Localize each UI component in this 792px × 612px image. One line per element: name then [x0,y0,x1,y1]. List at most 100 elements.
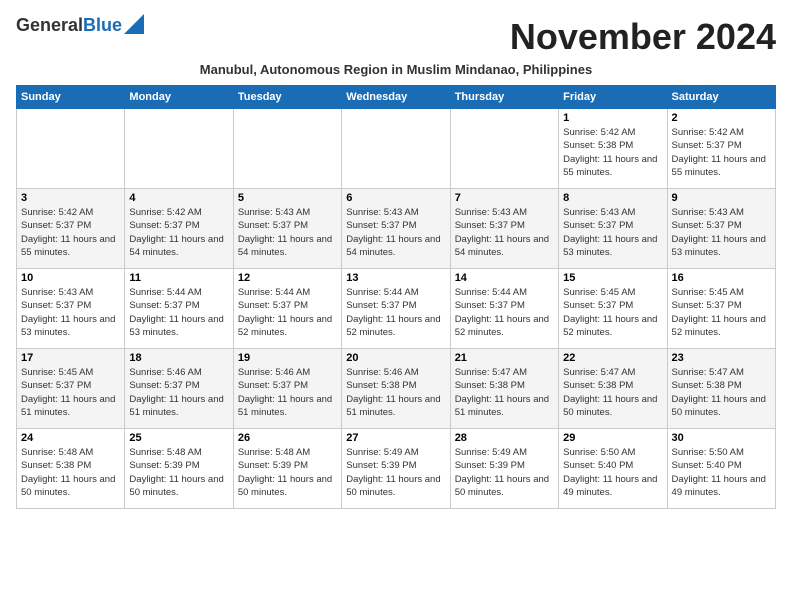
day-of-week-header: Tuesday [233,86,341,109]
calendar-day-cell [450,109,558,189]
calendar-day-cell: 4 Sunrise: 5:42 AMSunset: 5:37 PMDaylight… [125,189,233,269]
day-number: 8 [563,192,662,204]
calendar-day-cell: 29Sunrise: 5:50 AMSunset: 5:40 PMDayligh… [559,429,667,509]
calendar-day-cell: 16 Sunrise: 5:45 AMSunset: 5:37 PMDayligh… [667,269,775,349]
day-number: 23 [672,352,771,364]
calendar-week-row: 10Sunrise: 5:43 AMSunset: 5:37 PMDayligh… [17,269,776,349]
calendar-day-cell: 28 Sunrise: 5:49 AMSunset: 5:39 PMDayligh… [450,429,558,509]
day-info-text: Sunrise: 5:43 AMSunset: 5:37 PMDaylight:… [455,206,554,259]
day-number: 5 [238,192,337,204]
calendar-day-cell [342,109,450,189]
day-number: 16 [672,272,771,284]
calendar-day-cell: 22Sunrise: 5:47 AMSunset: 5:38 PMDayligh… [559,349,667,429]
day-info-text: Sunrise: 5:43 AMSunset: 5:37 PMDaylight:… [21,286,120,339]
day-info-text: Sunrise: 5:43 AMSunset: 5:37 PMDaylight:… [238,206,337,259]
day-number: 24 [21,432,120,444]
day-number: 2 [672,112,771,124]
day-info-text: Sunrise: 5:48 AMSunset: 5:39 PMDaylight:… [238,446,337,499]
day-of-week-header: Monday [125,86,233,109]
calendar-day-cell: 9Sunrise: 5:43 AMSunset: 5:37 PMDaylight… [667,189,775,269]
day-info-text: Sunrise: 5:42 AMSunset: 5:37 PMDaylight:… [129,206,228,259]
calendar-day-cell: 26 Sunrise: 5:48 AMSunset: 5:39 PMDayligh… [233,429,341,509]
calendar-day-cell: 5 Sunrise: 5:43 AMSunset: 5:37 PMDaylight… [233,189,341,269]
day-info-text: Sunrise: 5:43 AMSunset: 5:37 PMDaylight:… [672,206,771,259]
calendar-day-cell [17,109,125,189]
calendar-day-cell: 15Sunrise: 5:45 AMSunset: 5:37 PMDayligh… [559,269,667,349]
calendar-week-row: 3 Sunrise: 5:42 AMSunset: 5:37 PMDaylight… [17,189,776,269]
day-number: 22 [563,352,662,364]
day-number: 13 [346,272,445,284]
calendar-week-row: 24 Sunrise: 5:48 AMSunset: 5:38 PMDayligh… [17,429,776,509]
day-number: 6 [346,192,445,204]
day-number: 17 [21,352,120,364]
calendar-day-cell: 30 Sunrise: 5:50 AMSunset: 5:40 PMDayligh… [667,429,775,509]
day-info-text: Sunrise: 5:44 AMSunset: 5:37 PMDaylight:… [455,286,554,339]
day-number: 18 [129,352,228,364]
day-of-week-header: Thursday [450,86,558,109]
day-info-text: Sunrise: 5:46 AMSunset: 5:37 PMDaylight:… [238,366,337,419]
day-number: 12 [238,272,337,284]
day-number: 25 [129,432,228,444]
day-number: 7 [455,192,554,204]
day-number: 1 [563,112,662,124]
day-info-text: Sunrise: 5:48 AMSunset: 5:39 PMDaylight:… [129,446,228,499]
calendar-day-cell: 24 Sunrise: 5:48 AMSunset: 5:38 PMDayligh… [17,429,125,509]
day-info-text: Sunrise: 5:46 AMSunset: 5:37 PMDaylight:… [129,366,228,419]
calendar-day-cell: 8 Sunrise: 5:43 AMSunset: 5:37 PMDaylight… [559,189,667,269]
calendar-header-row: SundayMondayTuesdayWednesdayThursdayFrid… [17,86,776,109]
calendar-day-cell: 14 Sunrise: 5:44 AMSunset: 5:37 PMDayligh… [450,269,558,349]
day-number: 19 [238,352,337,364]
day-info-text: Sunrise: 5:44 AMSunset: 5:37 PMDaylight:… [129,286,228,339]
calendar-day-cell: 18 Sunrise: 5:46 AMSunset: 5:37 PMDayligh… [125,349,233,429]
calendar-day-cell: 10Sunrise: 5:43 AMSunset: 5:37 PMDayligh… [17,269,125,349]
day-number: 30 [672,432,771,444]
day-number: 21 [455,352,554,364]
day-info-text: Sunrise: 5:45 AMSunset: 5:37 PMDaylight:… [563,286,662,339]
day-number: 3 [21,192,120,204]
day-of-week-header: Sunday [17,86,125,109]
calendar-week-row: 17Sunrise: 5:45 AMSunset: 5:37 PMDayligh… [17,349,776,429]
logo-triangle-icon [124,14,144,34]
page-header: GeneralBlue November 2024 [16,16,776,58]
day-of-week-header: Friday [559,86,667,109]
day-info-text: Sunrise: 5:50 AMSunset: 5:40 PMDaylight:… [672,446,771,499]
day-number: 4 [129,192,228,204]
day-number: 27 [346,432,445,444]
day-number: 11 [129,272,228,284]
calendar-day-cell: 23Sunrise: 5:47 AMSunset: 5:38 PMDayligh… [667,349,775,429]
calendar-day-cell: 27 Sunrise: 5:49 AMSunset: 5:39 PMDayligh… [342,429,450,509]
calendar-day-cell [125,109,233,189]
day-info-text: Sunrise: 5:47 AMSunset: 5:38 PMDaylight:… [455,366,554,419]
day-of-week-header: Wednesday [342,86,450,109]
day-of-week-header: Saturday [667,86,775,109]
day-info-text: Sunrise: 5:45 AMSunset: 5:37 PMDaylight:… [672,286,771,339]
day-info-text: Sunrise: 5:49 AMSunset: 5:39 PMDaylight:… [455,446,554,499]
calendar-day-cell: 19 Sunrise: 5:46 AMSunset: 5:37 PMDayligh… [233,349,341,429]
day-info-text: Sunrise: 5:42 AMSunset: 5:37 PMDaylight:… [21,206,120,259]
calendar-day-cell: 20Sunrise: 5:46 AMSunset: 5:38 PMDayligh… [342,349,450,429]
calendar-day-cell: 3 Sunrise: 5:42 AMSunset: 5:37 PMDaylight… [17,189,125,269]
calendar-day-cell: 11 Sunrise: 5:44 AMSunset: 5:37 PMDayligh… [125,269,233,349]
day-number: 14 [455,272,554,284]
calendar-day-cell: 2Sunrise: 5:42 AMSunset: 5:37 PMDaylight… [667,109,775,189]
calendar-day-cell: 12 Sunrise: 5:44 AMSunset: 5:37 PMDayligh… [233,269,341,349]
day-info-text: Sunrise: 5:43 AMSunset: 5:37 PMDaylight:… [563,206,662,259]
calendar-day-cell [233,109,341,189]
day-number: 29 [563,432,662,444]
day-info-text: Sunrise: 5:49 AMSunset: 5:39 PMDaylight:… [346,446,445,499]
calendar-day-cell: 6 Sunrise: 5:43 AMSunset: 5:37 PMDaylight… [342,189,450,269]
day-info-text: Sunrise: 5:44 AMSunset: 5:37 PMDaylight:… [346,286,445,339]
logo: GeneralBlue [16,16,144,36]
day-info-text: Sunrise: 5:44 AMSunset: 5:37 PMDaylight:… [238,286,337,339]
day-info-text: Sunrise: 5:48 AMSunset: 5:38 PMDaylight:… [21,446,120,499]
calendar-day-cell: 25 Sunrise: 5:48 AMSunset: 5:39 PMDayligh… [125,429,233,509]
day-info-text: Sunrise: 5:43 AMSunset: 5:37 PMDaylight:… [346,206,445,259]
day-info-text: Sunrise: 5:46 AMSunset: 5:38 PMDaylight:… [346,366,445,419]
day-number: 28 [455,432,554,444]
calendar-table: SundayMondayTuesdayWednesdayThursdayFrid… [16,85,776,509]
logo-text: GeneralBlue [16,16,122,36]
day-number: 26 [238,432,337,444]
calendar-day-cell: 7 Sunrise: 5:43 AMSunset: 5:37 PMDaylight… [450,189,558,269]
month-title: November 2024 [510,16,776,58]
day-info-text: Sunrise: 5:42 AMSunset: 5:38 PMDaylight:… [563,126,662,179]
